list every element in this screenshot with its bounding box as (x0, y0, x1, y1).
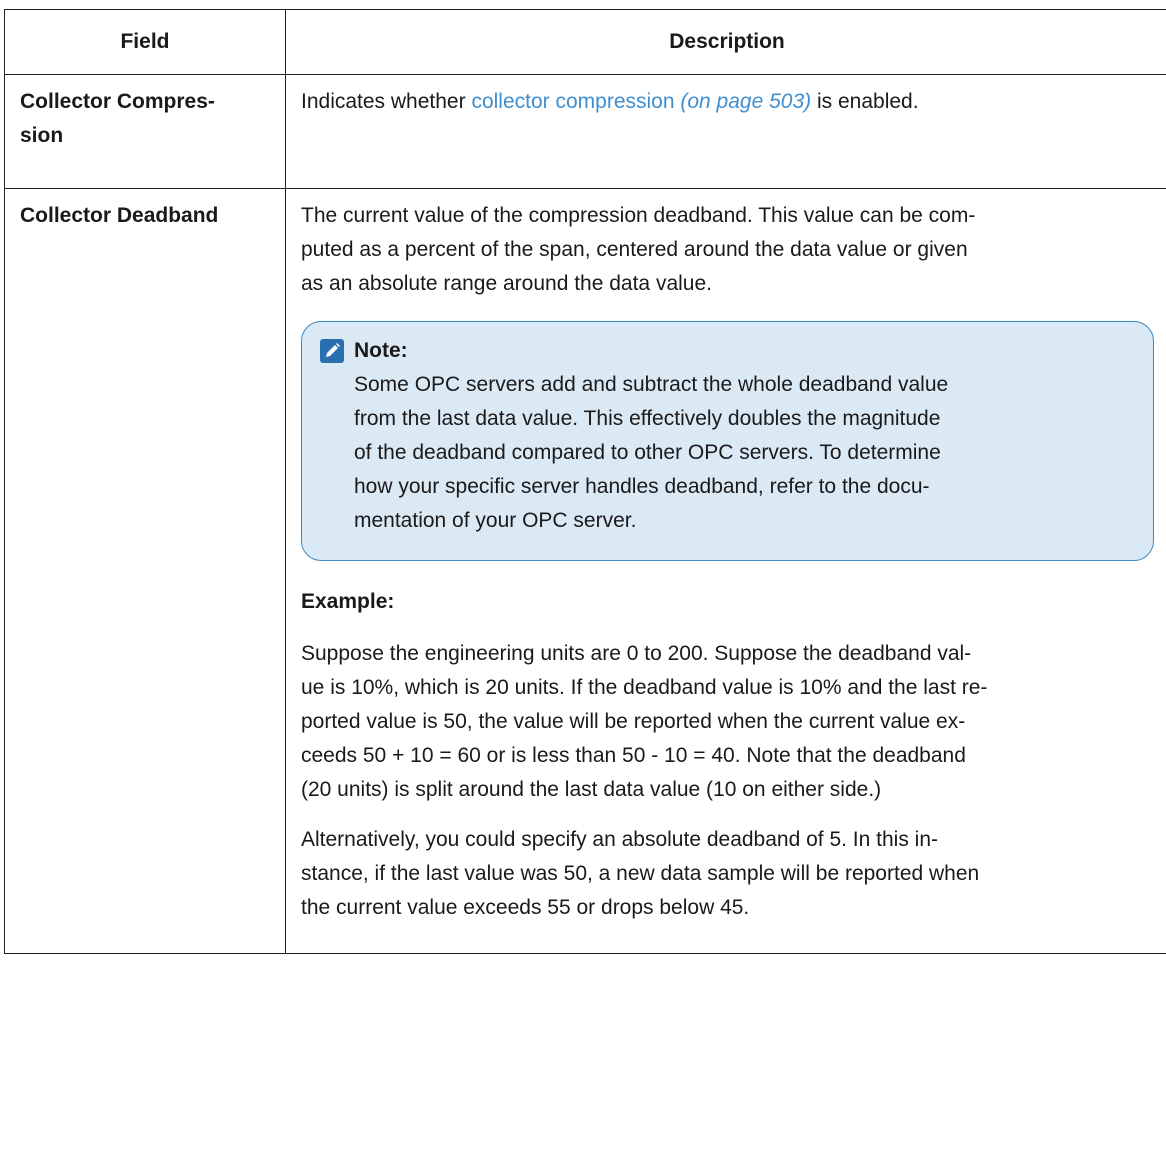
example-paragraph: Suppose the engineering units are 0 to 2… (301, 642, 988, 801)
description-prefix: Indicates whether (301, 90, 472, 113)
description-suffix: is enabled. (811, 90, 919, 113)
example-heading: Example: (301, 590, 395, 613)
page-reference: (on page 503) (680, 90, 812, 113)
column-header-field: Field (4, 9, 286, 75)
column-header-description: Description (285, 9, 1166, 75)
table-row: Collector Compres- sion Indicates whethe… (4, 74, 1166, 189)
description-text: The current value of the compression dea… (301, 204, 976, 295)
field-name-cell: Collector Compres- sion (4, 74, 286, 189)
example-paragraph: Alternatively, you could specify an abso… (301, 828, 980, 919)
note-body: Some OPC servers add and subtract the wh… (354, 373, 949, 532)
field-name: Collector Deadband (20, 204, 219, 227)
description-cell: Indicates whether collector compression … (285, 74, 1166, 189)
table-header-row: Field Description (4, 9, 1166, 75)
description-cell: The current value of the compression dea… (285, 188, 1166, 954)
field-description-table: Field Description Collector Compres- sio… (4, 9, 1166, 954)
field-name: Collector Compres- sion (20, 90, 215, 147)
document-page: Field Description Collector Compres- sio… (0, 0, 1166, 1152)
collector-compression-link[interactable]: collector compression (471, 90, 674, 113)
field-name-cell: Collector Deadband (4, 188, 286, 954)
note-title: Note: (354, 339, 408, 362)
pencil-icon (320, 339, 344, 363)
table-row: Collector Deadband The current value of … (4, 188, 1166, 954)
note-callout: Note: Some OPC servers add and subtract … (301, 321, 1154, 561)
